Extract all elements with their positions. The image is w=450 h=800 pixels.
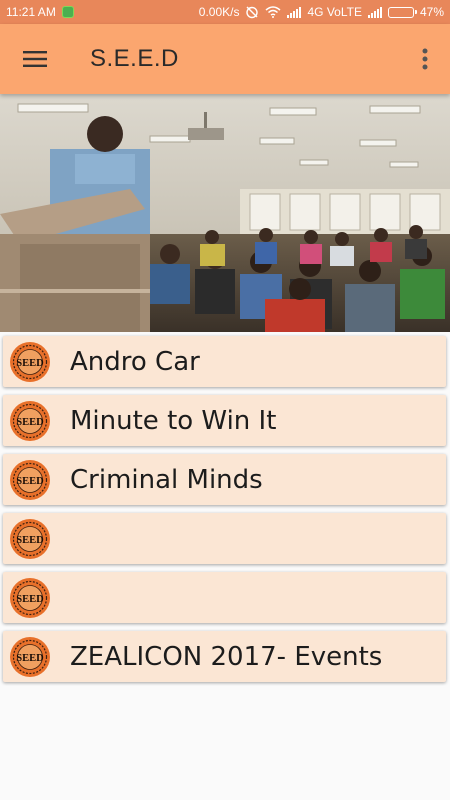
seed-logo: SEED (5, 572, 55, 623)
seed-logo: SEED (5, 336, 55, 387)
seed-logo-text: SEED (16, 476, 44, 487)
list-item-2[interactable]: SEED Minute to Win It (3, 395, 446, 446)
more-vert-icon (422, 48, 428, 70)
seed-logo-icon: SEED (10, 341, 50, 382)
battery-icon (387, 6, 417, 18)
list-item-3[interactable]: SEED Criminal Minds (3, 454, 446, 505)
seed-logo-text: SEED (16, 653, 44, 664)
wifi-icon (265, 6, 281, 18)
overflow-menu-button[interactable] (400, 24, 450, 94)
seed-logo-text: SEED (16, 594, 44, 605)
hamburger-menu-icon (23, 51, 47, 67)
alarm-off-icon (246, 6, 259, 19)
list-item-1[interactable]: SEED Andro Car (3, 336, 446, 387)
signal-icon-2 (367, 6, 382, 18)
seed-logo-text: SEED (16, 535, 44, 546)
seed-logo: SEED (5, 513, 55, 564)
list-item-label: Minute to Win It (70, 405, 277, 436)
app-title: S.E.E.D (90, 45, 179, 72)
seed-logo-icon: SEED (10, 400, 50, 441)
app-notification-icon (61, 6, 74, 18)
list-item-4[interactable]: SEED (3, 513, 446, 564)
status-bar: 11:21 AM 0.00K/s 4G VoLTE 47% (0, 0, 450, 24)
seed-logo: SEED (5, 454, 55, 505)
lecture-hall-photo (0, 94, 450, 332)
seed-logo-text: SEED (16, 358, 44, 369)
seed-logo-icon: SEED (10, 577, 50, 618)
seed-logo: SEED (5, 631, 55, 682)
hero-image (0, 94, 450, 332)
signal-icon (287, 6, 302, 18)
seed-logo-text: SEED (16, 417, 44, 428)
list-item-6[interactable]: SEED ZEALICON 2017- Events (3, 631, 446, 682)
list-item-label: ZEALICON 2017- Events (70, 641, 383, 672)
battery-percent: 47% (419, 5, 444, 19)
event-list: SEED Andro Car SEED Minute to Win It SEE… (0, 336, 450, 690)
seed-logo: SEED (5, 395, 55, 446)
list-item-label: Criminal Minds (70, 464, 263, 495)
app-bar: S.E.E.D (0, 24, 450, 94)
status-time: 11:21 AM (6, 5, 56, 19)
network-speed: 0.00K/s (198, 5, 240, 19)
network-type: 4G VoLTE (307, 5, 362, 19)
list-item-label: Andro Car (70, 346, 200, 377)
seed-logo-icon: SEED (10, 636, 50, 677)
seed-logo-icon: SEED (10, 518, 50, 559)
menu-button[interactable] (0, 24, 70, 94)
list-item-5[interactable]: SEED (3, 572, 446, 623)
seed-logo-icon: SEED (10, 459, 50, 500)
